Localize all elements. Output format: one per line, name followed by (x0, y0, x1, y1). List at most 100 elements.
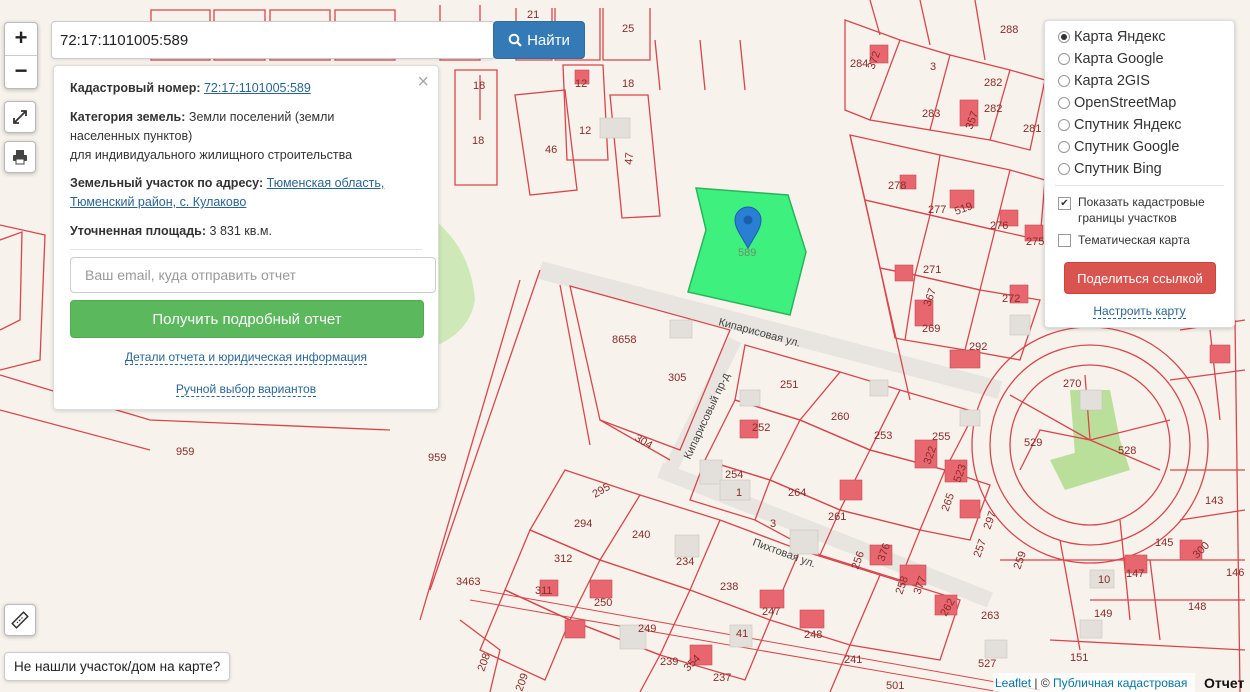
radio-icon (1058, 141, 1070, 153)
svg-text:18: 18 (472, 135, 484, 147)
svg-text:528: 528 (1118, 445, 1136, 457)
fullscreen-button[interactable] (4, 101, 36, 133)
checkbox-icon (1058, 233, 1071, 247)
svg-text:282: 282 (984, 77, 1002, 89)
address-link-1[interactable]: Тюменская область, (267, 176, 385, 190)
manual-select-link[interactable]: Ручной выбор вариантов (54, 382, 438, 397)
svg-text:270: 270 (1063, 378, 1081, 390)
share-link-button[interactable]: Поделиться ссылкой (1064, 262, 1216, 294)
svg-text:249: 249 (638, 623, 656, 635)
search-icon (508, 33, 522, 47)
leaflet-link[interactable]: Leaflet (995, 676, 1031, 690)
zoom-out-button[interactable]: − (5, 56, 37, 88)
area-value: 3 831 кв.м. (209, 224, 272, 238)
svg-text:237: 237 (713, 672, 731, 684)
get-report-button[interactable]: Получить подробный отчет (70, 300, 424, 338)
svg-text:8658: 8658 (612, 334, 636, 346)
svg-text:149: 149 (1094, 608, 1112, 620)
svg-text:250: 250 (594, 597, 612, 609)
search-button[interactable]: Найти (493, 21, 585, 59)
divider (70, 249, 422, 250)
svg-text:272: 272 (1002, 293, 1020, 305)
svg-text:255: 255 (932, 431, 950, 443)
print-button[interactable] (4, 141, 36, 173)
svg-text:10: 10 (1098, 574, 1110, 586)
layer-option-yandex-satellite[interactable]: Спутник Яндекс (1058, 115, 1181, 135)
svg-text:46: 46 (545, 144, 557, 156)
svg-text:269: 269 (922, 323, 940, 335)
search-button-label: Найти (527, 31, 570, 49)
radio-icon (1058, 119, 1070, 131)
svg-text:1: 1 (736, 487, 742, 499)
cadastral-number-link[interactable]: 72:17:1101005:589 (204, 81, 311, 95)
close-icon[interactable]: × (417, 71, 429, 94)
svg-text:252: 252 (752, 422, 770, 434)
layer-option-google-map[interactable]: Карта Google (1058, 49, 1164, 69)
svg-text:527: 527 (978, 658, 996, 670)
category-value-3: для индивидуального жилищного строительс… (70, 148, 353, 162)
radio-icon (1058, 75, 1070, 87)
layer-option-osm[interactable]: OpenStreetMap (1058, 93, 1176, 113)
svg-text:294: 294 (574, 518, 592, 530)
details-link[interactable]: Детали отчета и юридическая информация (54, 350, 438, 365)
show-borders-checkbox[interactable]: ✔ Показать кадастровые границы участков (1058, 194, 1205, 226)
layer-option-2gis-map[interactable]: Карта 2GIS (1058, 71, 1150, 91)
svg-text:12: 12 (575, 78, 587, 90)
address-row: Земельный участок по адресу: Тюменская о… (70, 174, 418, 212)
svg-text:146: 146 (1226, 567, 1244, 579)
area-row: Уточненная площадь: 3 831 кв.м. (70, 222, 418, 241)
category-value-1: Земли поселений (земли (188, 110, 335, 124)
radio-icon (1058, 163, 1070, 175)
not-found-button[interactable]: Не нашли участок/дом на карте? (4, 652, 231, 681)
svg-text:3: 3 (930, 61, 936, 73)
svg-text:288: 288 (1000, 24, 1018, 36)
svg-text:282: 282 (984, 103, 1002, 115)
area-label: Уточненная площадь: (70, 224, 207, 238)
svg-text:47: 47 (623, 152, 636, 165)
email-field[interactable]: Ваш email, куда отправить отчет (70, 257, 436, 293)
svg-text:271: 271 (923, 264, 941, 276)
svg-text:251: 251 (780, 379, 798, 391)
configure-map-link[interactable]: Настроить карту (1045, 304, 1234, 319)
zoom-in-button[interactable]: + (5, 23, 37, 56)
svg-text:312: 312 (554, 553, 572, 565)
svg-text:261: 261 (828, 511, 846, 523)
address-label: Земельный участок по адресу: (70, 176, 264, 190)
svg-text:143: 143 (1205, 495, 1223, 507)
svg-text:311: 311 (535, 585, 553, 597)
svg-text:283: 283 (922, 108, 940, 120)
svg-text:25: 25 (622, 23, 634, 35)
svg-text:21: 21 (527, 9, 539, 21)
layer-option-yandex-map[interactable]: Карта Яндекс (1058, 27, 1166, 47)
divider (1055, 185, 1224, 186)
pkk-link[interactable]: Публичная кадастровая (1053, 676, 1187, 690)
measure-button[interactable] (4, 604, 36, 636)
layer-option-bing-satellite[interactable]: Спутник Bing (1058, 159, 1162, 179)
svg-text:239: 239 (660, 656, 678, 668)
svg-text:234: 234 (676, 556, 694, 568)
svg-text:263: 263 (981, 610, 999, 622)
cadastral-label: Кадастровый номер: (70, 81, 201, 95)
svg-text:260: 260 (831, 411, 849, 423)
report-tab[interactable]: Отчет (1204, 675, 1244, 691)
svg-text:277: 277 (928, 204, 946, 216)
svg-text:241: 241 (844, 654, 862, 666)
svg-text:3463: 3463 (456, 576, 480, 588)
svg-text:238: 238 (720, 581, 738, 593)
svg-text:3: 3 (770, 518, 776, 530)
svg-text:501: 501 (886, 680, 904, 692)
search-input[interactable]: 72:17:1101005:589 (51, 21, 495, 59)
svg-text:12: 12 (579, 125, 591, 137)
svg-text:147: 147 (1126, 568, 1144, 580)
svg-text:264: 264 (788, 487, 806, 499)
svg-text:278: 278 (888, 180, 906, 192)
svg-text:589: 589 (738, 247, 756, 259)
radio-icon (1058, 31, 1070, 43)
thematic-map-checkbox[interactable]: Тематическая карта (1058, 233, 1190, 247)
layer-option-google-satellite[interactable]: Спутник Google (1058, 137, 1179, 157)
svg-text:276: 276 (990, 220, 1008, 232)
svg-text:18: 18 (473, 80, 485, 92)
radio-icon (1058, 97, 1070, 109)
svg-text:254: 254 (725, 469, 743, 481)
address-link-2[interactable]: Тюменский район, с. Кулаково (70, 195, 246, 209)
